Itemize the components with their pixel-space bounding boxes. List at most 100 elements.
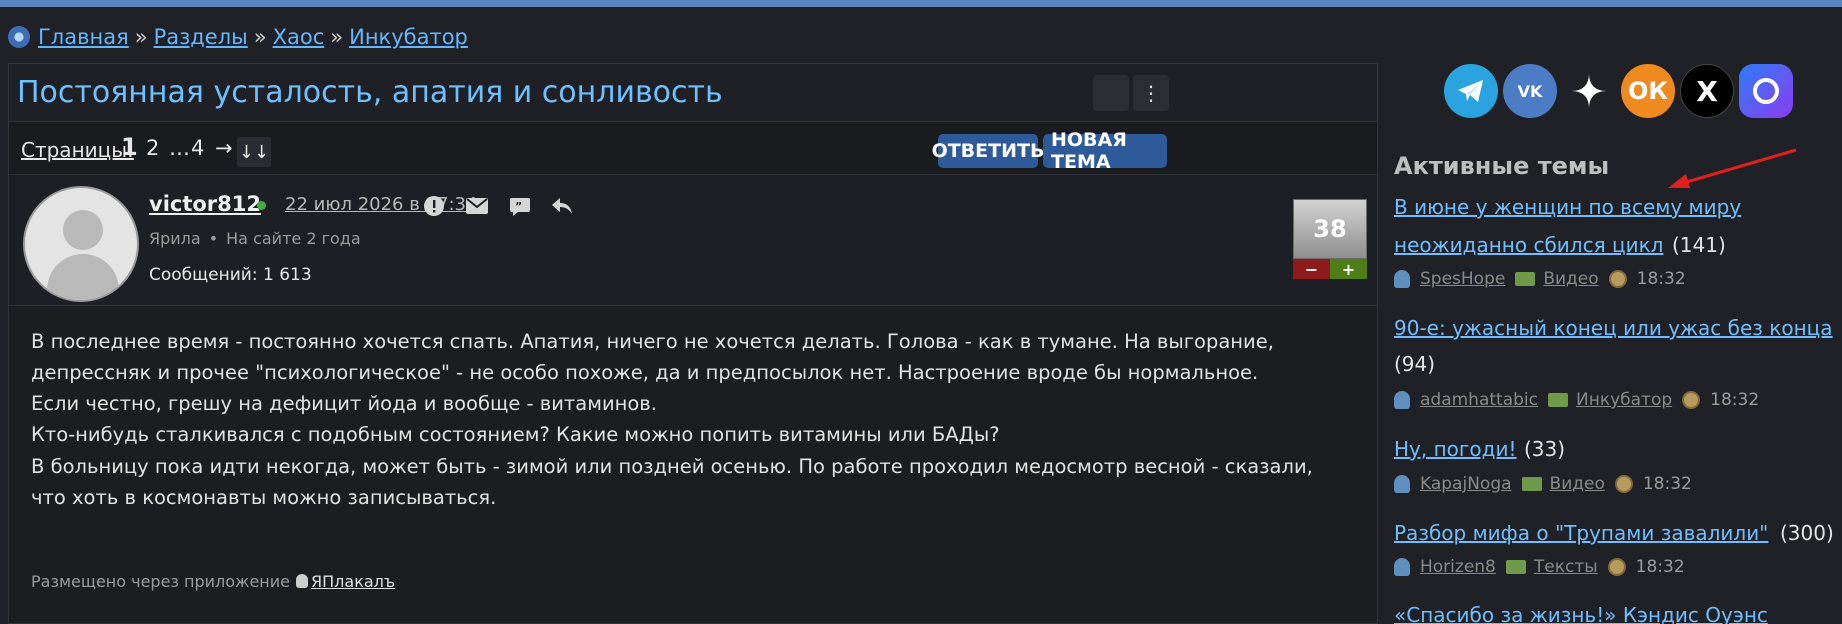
telegram-icon[interactable] [1444,64,1498,118]
vk-label: VK [1517,81,1543,101]
page-link-2[interactable]: 2 [146,136,159,160]
reply-arrow-icon[interactable] [549,193,575,219]
topic-last-user[interactable]: adamhattabic [1420,390,1538,410]
post-date[interactable]: 22 июл 2026 в 17:34 [285,194,477,215]
user-icon [1394,270,1410,288]
breadcrumb-incubator[interactable]: Инкубатор [349,25,468,49]
breadcrumb-separator: » [330,25,344,49]
clock-icon [1608,270,1627,288]
private-message-icon[interactable] [464,193,490,219]
user-on-site: На сайте 2 года [226,229,361,248]
page-current: 1 [121,133,138,161]
topic-meta: KapajNoga Видео 18:32 [1394,474,1692,494]
topic-reply-count: (94) [1394,352,1436,376]
rating-minus-button[interactable]: − [1293,259,1330,279]
topic-last-user[interactable]: Horizen8 [1420,557,1496,577]
rating-score: 38 [1293,199,1367,259]
avatar-head-shape [63,210,103,250]
topic-reply-count: (141) [1672,233,1726,257]
user-rank: Ярила [149,229,201,248]
x-label: X [1696,74,1718,108]
posted-via-app-link[interactable]: ЯПлакалъ [311,572,395,591]
pagination-bar: Страницы: 1 2 … 4 → [9,123,1377,175]
next-page-arrow[interactable]: → [215,136,233,160]
topic-options-button[interactable] [1093,75,1129,111]
topic-panel: Постоянная усталость, апатия и сонливост… [8,63,1378,624]
topic-time: 18:32 [1710,390,1760,410]
user-icon [1394,475,1410,493]
user-icon [1394,558,1410,576]
user-icon [1394,391,1410,409]
app-icon [296,574,309,588]
page-link-4[interactable]: 4 [191,136,204,160]
pages-label: Страницы: [21,138,134,162]
max-ring-shape [1753,78,1779,104]
post-text-line: что хоть в космонавты можно записываться… [31,486,497,509]
active-topic-link[interactable]: неожиданно сбился цикл [1394,233,1663,257]
topic-title-bar: Постоянная усталость, апатия и сонливост… [9,64,1377,122]
breadcrumb-chaos[interactable]: Хаос [273,25,325,49]
reply-button[interactable]: ОТВЕТИТЬ [932,134,1044,168]
jump-to-end-button[interactable]: ↓↓ [237,137,271,167]
topic-time: 18:32 [1636,269,1686,289]
page-ellipsis: … [169,136,190,160]
social-links: VK ОК X [1444,64,1798,118]
more-icon: ⋮ [1141,81,1161,105]
topic-reply-count: (300) [1780,521,1834,545]
x-icon[interactable]: X [1680,64,1734,118]
post-text-line: Если честно, грешу на дефицит йода и воо… [31,392,657,415]
post-author-row: victor812 22 июл 2026 в 17:34 ” Ярила • На… [9,176,1377,306]
active-topic-link[interactable]: Разбор мифа о "Трупами завалили" [1394,521,1768,545]
topic-section[interactable]: Видео [1550,474,1605,494]
breadcrumb-home[interactable]: Главная [38,25,129,49]
active-topic-link[interactable]: Ну, погоди! [1394,437,1517,461]
new-topic-button[interactable]: НОВАЯ ТЕМА [1043,129,1167,173]
meta-separator: • [208,229,219,248]
active-topic-link[interactable]: 90-е: ужасный конец или ужас без конца [1394,316,1833,340]
quote-icon[interactable]: ” [507,193,533,219]
topic-section[interactable]: Тексты [1534,557,1598,577]
post-body: В последнее время - постоянно хочется сп… [9,307,1377,623]
topic-last-user[interactable]: SpesHope [1420,269,1505,289]
topic-time: 18:32 [1635,557,1685,577]
clock-icon [1614,475,1633,493]
active-topic-link[interactable]: В июне у женщин по всему миру [1394,195,1741,219]
red-arrow-annotation [1668,148,1797,188]
max-icon[interactable] [1739,64,1793,118]
breadcrumb-separator: » [253,25,267,49]
post-text-line: депрессняк и прочее "психологическое" - … [31,361,1259,384]
posted-via: Размещено через приложение ЯПлакалъ [31,572,395,591]
vk-icon[interactable]: VK [1503,64,1557,118]
topic-more-button[interactable]: ⋮ [1133,75,1169,111]
topic-last-user[interactable]: KapajNoga [1420,474,1512,494]
report-icon[interactable] [421,193,447,219]
user-message-count: Сообщений: 1 613 [149,265,312,285]
ok-icon[interactable]: ОК [1621,64,1675,118]
topic-meta: Horizen8 Тексты 18:32 [1394,557,1685,577]
topic-section[interactable]: Видео [1543,269,1598,289]
clock-icon [1607,558,1626,576]
posted-via-label: Размещено через приложение [31,572,291,591]
svg-text:”: ” [515,200,522,213]
breadcrumb-separator: » [134,25,148,49]
rating-plus-button[interactable]: + [1330,259,1367,279]
dzen-icon[interactable] [1562,64,1616,118]
online-status-icon [257,201,266,210]
section-icon [1521,477,1542,491]
user-meta: Ярила • На сайте 2 года [149,229,361,248]
avatar[interactable] [23,186,139,302]
active-topic-link[interactable]: «Спасибо за жизнь!» Кэндис Оуэнс [1394,603,1768,624]
clock-icon [1682,391,1701,409]
post-author-username[interactable]: victor812 [149,192,261,216]
ok-label: ОК [1627,77,1669,105]
post-text-line: В последнее время - постоянно хочется сп… [31,330,1274,353]
section-icon [1515,272,1536,286]
post-rating: 38 − + [1293,199,1367,281]
section-icon [1505,560,1526,574]
breadcrumb-sections[interactable]: Разделы [154,25,248,49]
topic-section[interactable]: Инкубатор [1576,390,1672,410]
topic-meta: adamhattabic Инкубатор 18:32 [1394,390,1759,410]
active-topics-title: Активные темы [1394,152,1610,180]
breadcrumb: Главная » Разделы » Хаос » Инкубатор [8,22,468,52]
site-logo-icon[interactable] [8,26,30,48]
